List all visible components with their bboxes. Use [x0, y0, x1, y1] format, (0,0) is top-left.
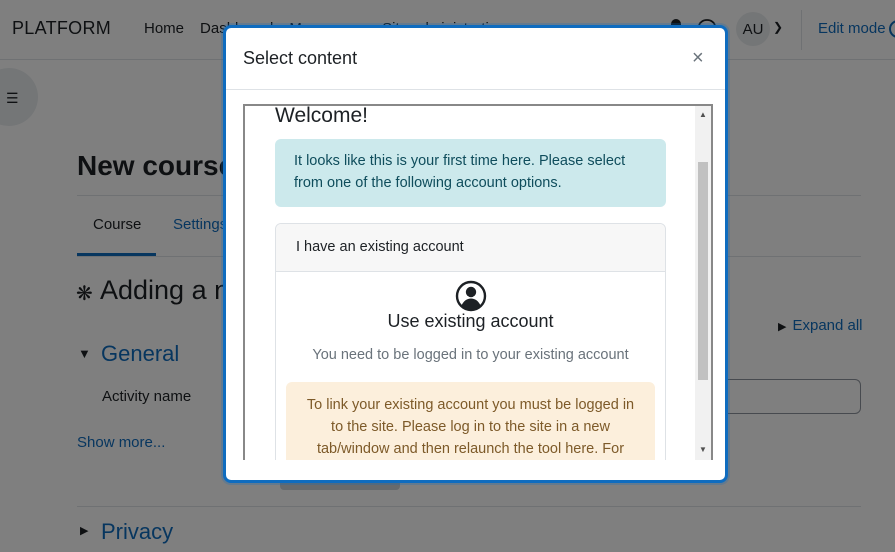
welcome-heading: Welcome! [275, 104, 368, 127]
frame-content: Welcome! It looks like this is your firs… [245, 106, 695, 460]
existing-account-card: I have an existing account Use existing … [275, 223, 666, 460]
card-header-text: I have an existing account [296, 239, 464, 255]
info-alert: It looks like this is your first time he… [275, 139, 666, 207]
warning-alert: To link your existing account you must b… [286, 382, 655, 460]
frame-scrollbar[interactable]: ▲ ▼ [695, 106, 711, 460]
scroll-up-icon[interactable]: ▲ [699, 110, 707, 119]
card-subtitle: You need to be logged in to your existin… [312, 347, 629, 363]
modal-header: Select content × [226, 28, 725, 90]
user-circle-icon [455, 280, 487, 312]
card-header: I have an existing account [276, 224, 665, 272]
lti-content-frame[interactable]: Welcome! It looks like this is your firs… [243, 104, 713, 460]
modal-title: Select content [243, 48, 358, 68]
select-content-modal: Select content × Welcome! It looks like … [223, 25, 728, 483]
scrollbar-thumb[interactable] [698, 162, 708, 380]
use-existing-account-title[interactable]: Use existing account [276, 311, 665, 332]
scroll-down-icon[interactable]: ▼ [699, 445, 707, 454]
close-icon[interactable]: × [692, 48, 704, 68]
